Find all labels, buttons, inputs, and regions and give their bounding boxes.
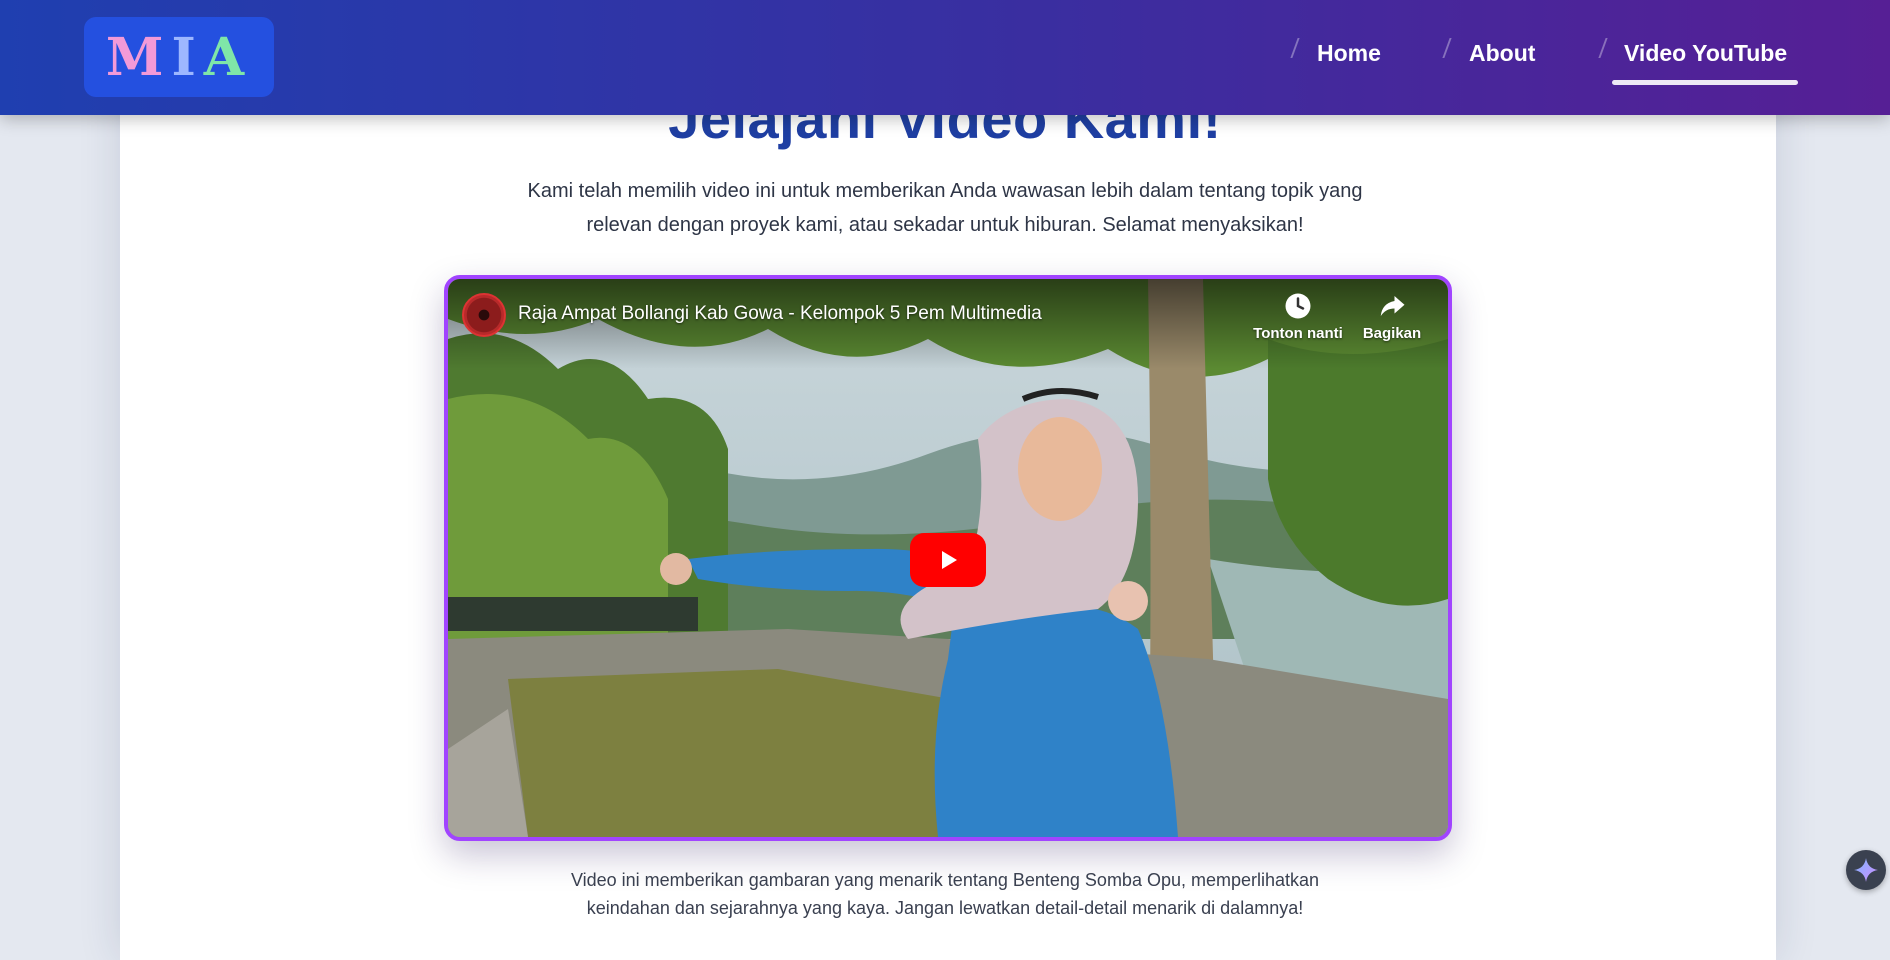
site-logo[interactable]: M I A (84, 17, 274, 97)
nav-separator (1598, 38, 1608, 58)
logo-letter-a: A (203, 26, 253, 88)
video-title[interactable]: Raja Ampat Bollangi Kab Gowa - Kelompok … (518, 303, 1042, 325)
nav-video-youtube[interactable]: Video YouTube (1624, 40, 1787, 74)
watch-later-label: Tonton nanti (1253, 325, 1343, 342)
top-navbar: M I A Home About Video YouTube (0, 0, 1890, 115)
nav-about[interactable]: About (1469, 40, 1535, 74)
nav-separator (1290, 38, 1300, 58)
play-icon (942, 551, 957, 569)
clock-icon (1285, 293, 1311, 319)
nav-separator (1442, 38, 1452, 58)
nav-home[interactable]: Home (1317, 40, 1381, 74)
logo-letter-m: M (105, 26, 172, 88)
logo-letter-i: I (171, 26, 204, 88)
youtube-embed[interactable]: Raja Ampat Bollangi Kab Gowa - Kelompok … (444, 275, 1452, 841)
assistant-button[interactable] (1846, 850, 1886, 890)
intro-text: Kami telah memilih video ini untuk membe… (527, 180, 1363, 236)
active-nav-indicator (1612, 80, 1798, 85)
play-button[interactable] (910, 533, 986, 587)
video-caption: Video ini memberikan gambaran yang menar… (570, 870, 1320, 918)
sparkle-icon (1854, 858, 1878, 882)
watch-later-button[interactable]: Tonton nanti (1250, 291, 1346, 342)
share-button[interactable]: Bagikan (1344, 291, 1440, 342)
share-icon (1380, 296, 1405, 316)
share-label: Bagikan (1362, 325, 1422, 342)
channel-avatar[interactable] (462, 293, 506, 337)
